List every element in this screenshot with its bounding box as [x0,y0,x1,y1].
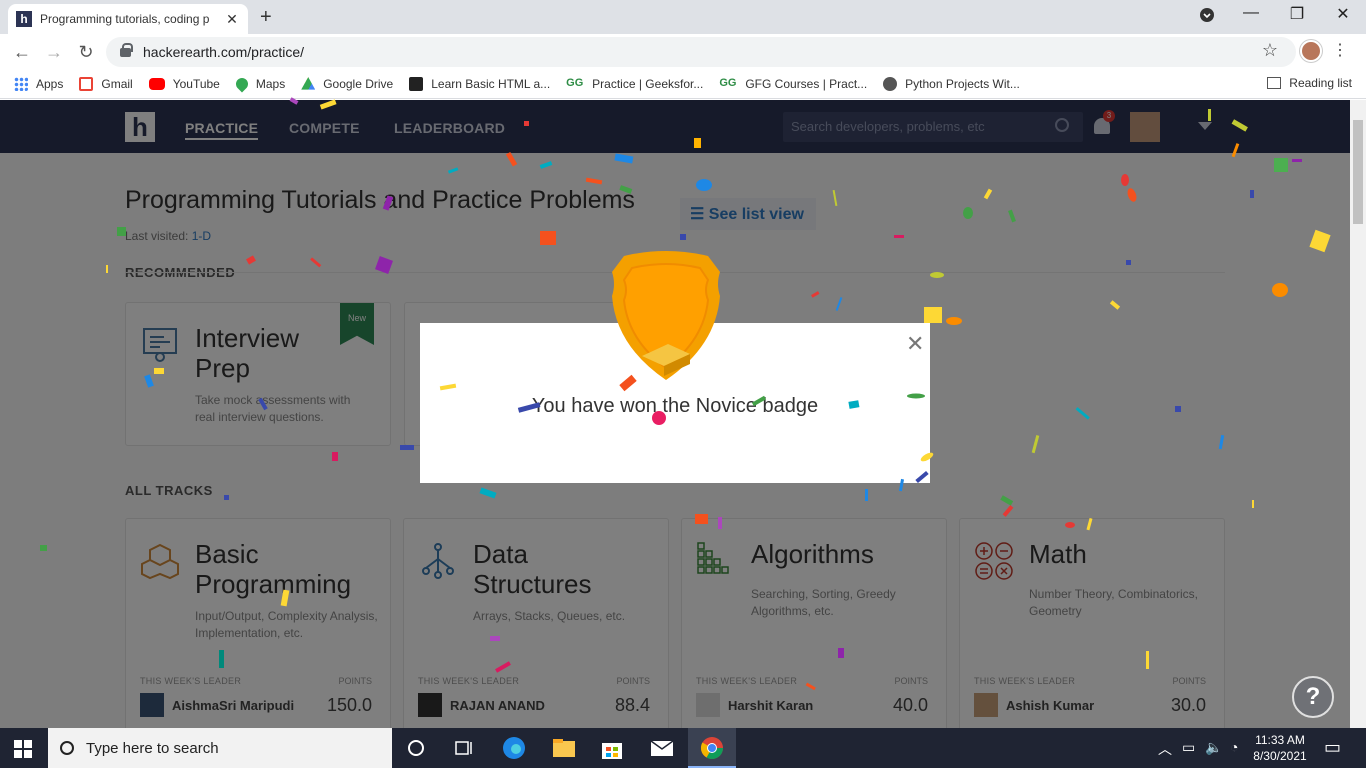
hackerearth-favicon-icon: h [16,11,32,27]
tab-search-icon[interactable] [1184,8,1230,27]
bookmark-star-icon[interactable]: ☆ [1262,40,1278,61]
tab-title: Programming tutorials, coding p [40,12,210,26]
notifications-icon[interactable]: ▭ [1324,737,1341,758]
file-explorer-icon[interactable] [552,736,576,760]
scrollbar-thumb[interactable] [1353,120,1363,224]
new-tab-button[interactable]: + [260,6,272,29]
wifi-icon[interactable]: ◔ [1230,739,1238,755]
windows-taskbar: Type here to search ︿ ▭ 🔈 ◔ 11:33 AM 8/3… [0,728,1366,768]
menu-dots-icon[interactable]: ⋮ [1332,40,1348,60]
tab-strip: h Programming tutorials, coding p ✕ + — … [0,0,1366,34]
task-view-icon[interactable] [452,736,476,760]
maximize-window-icon[interactable]: ❐ [1274,4,1320,24]
page-scrollbar[interactable] [1350,100,1366,728]
lock-icon [120,42,133,57]
taskbar-chrome-button[interactable] [688,728,736,768]
chrome-icon [700,737,723,759]
confetti-decoration [40,97,1331,691]
address-url: hackerearth.com/practice/ [143,44,305,60]
system-clock[interactable]: 11:33 AM 8/30/2021 [1248,732,1312,764]
browser-toolbar: ← → ↻ hackerearth.com/practice/ ☆ ⋮ [0,34,1366,70]
cortana-icon[interactable] [404,736,428,760]
back-arrow-icon[interactable]: ← [10,42,34,63]
profile-avatar[interactable] [1300,40,1322,62]
address-bar[interactable]: hackerearth.com/practice/ [106,37,1296,67]
reload-icon[interactable]: ↻ [74,42,98,63]
search-icon [60,741,74,755]
microsoft-store-icon[interactable] [600,736,624,760]
chevron-up-icon[interactable]: ︿ [1158,739,1172,759]
minimize-window-icon[interactable]: — [1228,4,1274,22]
taskbar-search-input[interactable]: Type here to search [48,728,392,768]
tab-close-icon[interactable]: ✕ [224,11,240,28]
close-window-icon[interactable]: ✕ [1320,4,1366,24]
volume-icon[interactable]: 🔈 [1205,739,1222,756]
mail-icon[interactable] [650,736,674,760]
browser-tab[interactable]: h Programming tutorials, coding p ✕ [8,4,248,34]
edge-browser-icon[interactable] [502,736,526,760]
forward-arrow-icon[interactable]: → [42,42,66,63]
battery-icon[interactable]: ▭ [1182,739,1195,756]
windows-start-icon[interactable] [14,740,32,758]
